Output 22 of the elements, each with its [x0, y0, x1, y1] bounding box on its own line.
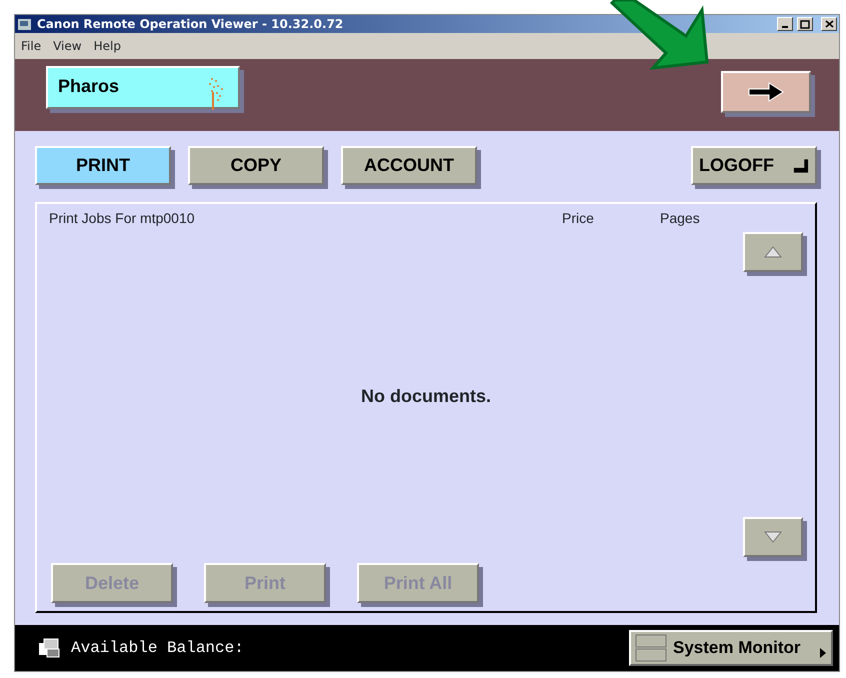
menu-item[interactable]: View [53, 39, 82, 53]
empty-message: No documents. [360, 386, 491, 407]
monitor-icon [635, 634, 667, 662]
return-icon [792, 158, 809, 174]
menu-item[interactable]: File [21, 39, 42, 53]
up-triangle-icon [764, 246, 782, 258]
column-header: Print Jobs For mtp0010 [49, 210, 196, 226]
menu-item[interactable]: Help [94, 39, 121, 53]
caret-icon [819, 647, 827, 659]
close-icon [824, 20, 834, 28]
maximize-icon [800, 20, 810, 28]
window-title: Canon Remote Operation Viewer - 10.32.0.72 [37, 17, 344, 31]
minimize-button[interactable] [777, 17, 793, 31]
close-button[interactable] [821, 17, 837, 31]
right-arrow-icon [747, 82, 785, 102]
column-header: Price [562, 210, 595, 226]
maximize-button[interactable] [797, 17, 813, 31]
system-monitor-button[interactable]: System Monitor [629, 630, 833, 666]
balance-label: Available Balance: [71, 639, 244, 657]
app-icon [17, 17, 33, 31]
down-triangle-icon [764, 531, 782, 543]
column-header: Pages [660, 210, 701, 226]
